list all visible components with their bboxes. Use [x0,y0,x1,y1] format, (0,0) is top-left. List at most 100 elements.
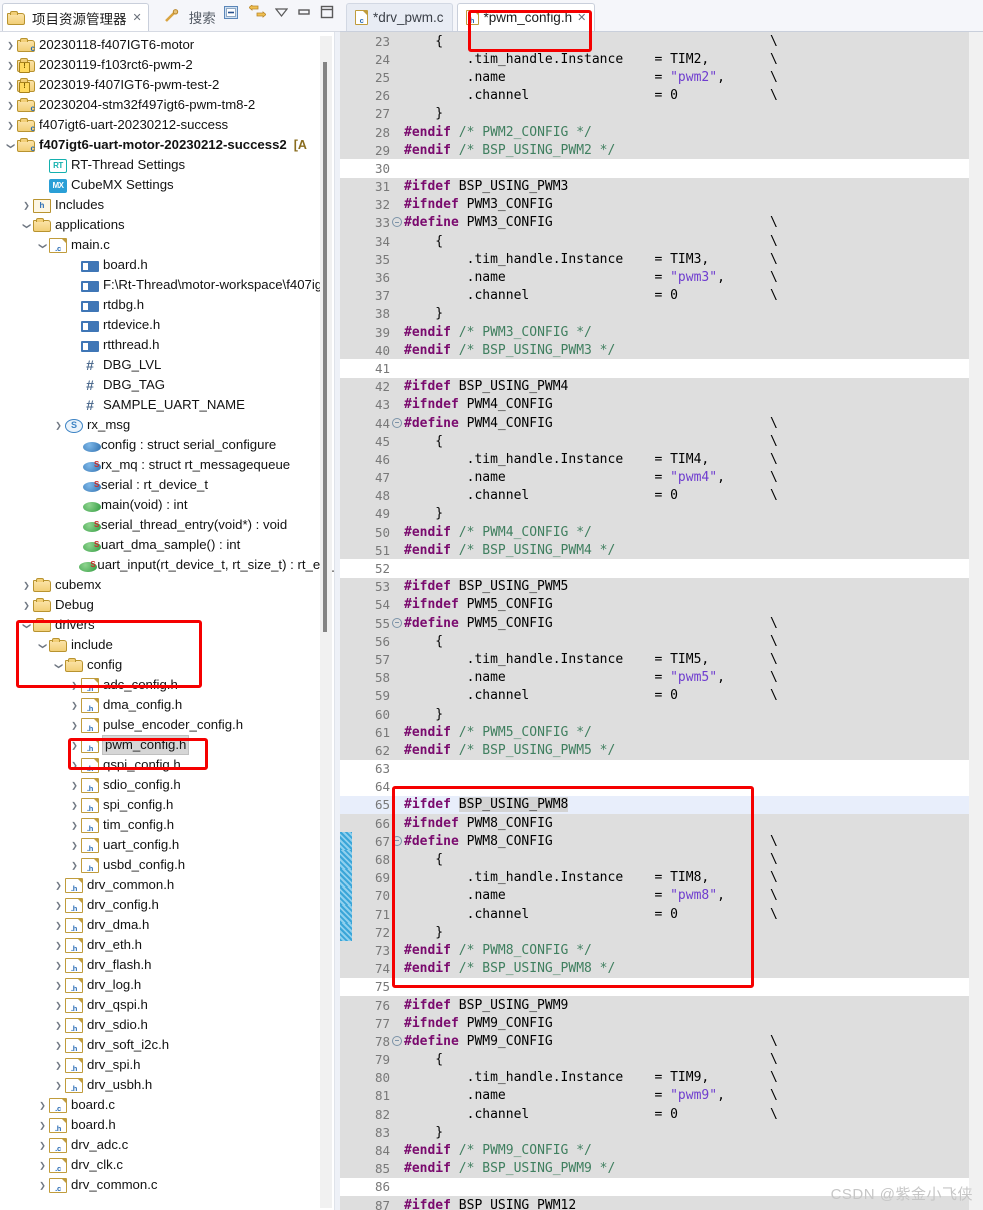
expand-arrow-icon[interactable] [68,781,81,790]
code-line[interactable]: 51 #endif /* BSP_USING_PWM4 */ [340,541,983,560]
expand-arrow-icon[interactable] [36,1101,49,1110]
code-line[interactable]: 57 .tim_handle.Instance = TIM5, \ [340,650,983,669]
tree-item[interactable]: # SAMPLE_UART_NAME [0,395,340,415]
code-line[interactable]: 54 #ifndef PWM5_CONFIG [340,595,983,614]
code-line[interactable]: 24 .tim_handle.Instance = TIM2, \ [340,50,983,69]
expand-arrow-icon[interactable] [68,741,81,750]
expand-arrow-icon[interactable] [52,1001,65,1010]
expand-arrow-icon[interactable] [52,961,65,970]
tree-item[interactable]: .h drv_common.h [0,875,340,895]
tree-item[interactable]: .h qspi_config.h [0,755,340,775]
code-line[interactable]: 42 #ifdef BSP_USING_PWM4 [340,377,983,396]
editor-vertical-scrollbar[interactable] [969,32,983,1210]
code-line[interactable]: 59 .channel = 0 \ [340,686,983,705]
expand-arrow-icon[interactable] [20,621,33,630]
fold-collapse-icon[interactable] [392,835,402,848]
code-line[interactable]: 30 [340,159,983,178]
expand-arrow-icon[interactable] [4,121,17,130]
code-line[interactable]: 34 {\ [340,232,983,251]
code-line[interactable]: 82 .channel = 0 \ [340,1105,983,1124]
code-line[interactable]: 26 .channel = 0 \ [340,86,983,105]
expand-arrow-icon[interactable] [4,101,17,110]
code-line[interactable]: 60 } [340,704,983,724]
code-line[interactable]: 71 .channel = 0 \ [340,905,983,924]
code-line[interactable]: 79 {\ [340,1050,983,1069]
expand-arrow-icon[interactable] [52,881,65,890]
editor-tab-drv-pwm-c[interactable]: c *drv_pwm.c [346,3,453,31]
code-line[interactable]: 55 #define PWM5_CONFIG \ [340,614,983,633]
tree-item[interactable]: rtdevice.h [0,315,340,335]
code-line[interactable]: 69 .tim_handle.Instance = TIM8, \ [340,868,983,887]
expand-arrow-icon[interactable] [20,581,33,590]
tree-item[interactable]: MX CubeMX Settings [0,175,340,195]
tree-item[interactable]: drivers [0,615,340,635]
tree-item[interactable]: .h sdio_config.h [0,775,340,795]
code-line[interactable]: 36 .name = "pwm3", \ [340,268,983,287]
code-line[interactable]: 84 #endif /* PWM9_CONFIG */ [340,1141,983,1160]
tree-item[interactable]: 20230204-stm32f497igt6-pwm-tm8-2 [0,95,340,115]
tree-item[interactable]: rx_mq : struct rt_messagequeue [0,455,340,475]
code-line[interactable]: 78 #define PWM9_CONFIG \ [340,1032,983,1051]
tree-item[interactable]: main(void) : int [0,495,340,515]
collapse-all-icon[interactable] [223,5,240,21]
tree-item[interactable]: serial_thread_entry(void*) : void [0,515,340,535]
tree-item[interactable]: .h tim_config.h [0,815,340,835]
code-line[interactable]: 27 } [340,104,983,123]
tree-item[interactable]: config [0,655,340,675]
code-line[interactable]: 72 } [340,923,983,942]
code-line[interactable]: 32 #ifndef PWM3_CONFIG [340,195,983,214]
tree-item[interactable]: RT RT-Thread Settings [0,155,340,175]
tree-item[interactable]: applications [0,215,340,235]
tree-item[interactable]: uart_input(rt_device_t, rt_size_t) : rt_… [0,555,340,575]
expand-arrow-icon[interactable] [68,701,81,710]
code-line[interactable]: 62 #endif /* BSP_USING_PWM5 */ [340,741,983,760]
code-line[interactable]: 28 #endif /* PWM2_CONFIG */ [340,122,983,142]
tree-item[interactable]: .h drv_sdio.h [0,1015,340,1035]
code-line[interactable]: 25 .name = "pwm2", \ [340,68,983,87]
code-line[interactable]: 23 {\ [340,32,983,51]
code-line[interactable]: 38 } [340,304,983,323]
tree-item[interactable]: rtdbg.h [0,295,340,315]
code-line[interactable]: 74 #endif /* BSP_USING_PWM8 */ [340,959,983,978]
code-line[interactable]: 53 #ifdef BSP_USING_PWM5 [340,577,983,596]
tree-item[interactable]: .h drv_eth.h [0,935,340,955]
expand-arrow-icon[interactable] [4,141,17,150]
expand-arrow-icon[interactable] [68,861,81,870]
code-line[interactable]: 29 #endif /* BSP_USING_PWM2 */ [340,141,983,160]
expand-arrow-icon[interactable] [36,1181,49,1190]
tree-item[interactable]: .c board.c [0,1095,340,1115]
tree-item[interactable]: .h drv_qspi.h [0,995,340,1015]
tree-item[interactable]: config : struct serial_configure [0,435,340,455]
tree-item[interactable]: .h spi_config.h [0,795,340,815]
code-line[interactable]: 73 #endif /* PWM8_CONFIG */ [340,941,983,960]
tree-item[interactable]: h Includes [0,195,340,215]
expand-arrow-icon[interactable] [68,681,81,690]
tab-search[interactable]: 搜索 [159,3,222,31]
code-line[interactable]: 67 #define PWM8_CONFIG \ [340,832,983,851]
expand-arrow-icon[interactable] [52,981,65,990]
code-line[interactable]: 49 } [340,504,983,524]
expand-arrow-icon[interactable] [36,1161,49,1170]
tree-item[interactable]: .h drv_soft_i2c.h [0,1035,340,1055]
expand-arrow-icon[interactable] [36,241,49,250]
tree-item[interactable]: .h uart_config.h [0,835,340,855]
code-line[interactable]: 58 .name = "pwm5", \ [340,668,983,687]
tree-scrollbar[interactable] [320,36,332,1208]
code-line[interactable]: 65 #ifdef BSP_USING_PWM8 [340,795,983,815]
code-line[interactable]: 35 .tim_handle.Instance = TIM3, \ [340,250,983,269]
code-line[interactable]: 40 #endif /* BSP_USING_PWM3 */ [340,341,983,360]
code-line[interactable]: 37 .channel = 0 \ [340,286,983,305]
code-line[interactable]: 56 {\ [340,632,983,651]
tree-item[interactable]: .c drv_adc.c [0,1135,340,1155]
code-line[interactable]: 50 #endif /* PWM4_CONFIG */ [340,523,983,542]
code-line[interactable]: 44 #define PWM4_CONFIG \ [340,413,983,433]
expand-arrow-icon[interactable] [52,421,65,430]
expand-arrow-icon[interactable] [52,921,65,930]
tree-item[interactable]: .h usbd_config.h [0,855,340,875]
expand-arrow-icon[interactable] [20,201,33,210]
code-line[interactable]: 75 [340,977,983,996]
tree-item[interactable]: .h adc_config.h [0,675,340,695]
tree-item[interactable]: rtthread.h [0,335,340,355]
tree-item[interactable]: .c drv_common.c [0,1175,340,1195]
expand-arrow-icon[interactable] [52,941,65,950]
